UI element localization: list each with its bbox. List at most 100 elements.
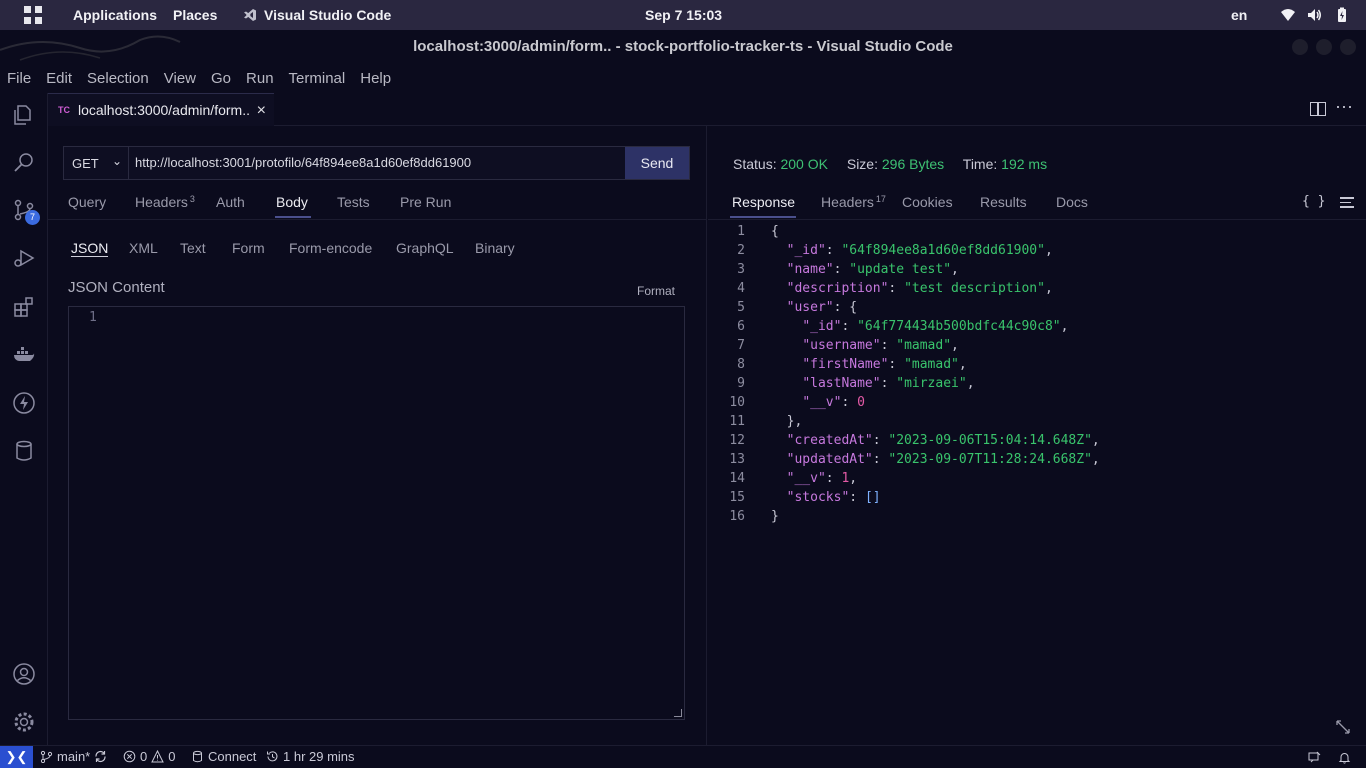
json-value: { — [849, 300, 858, 315]
extensions-icon[interactable] — [12, 295, 36, 319]
json-line-number: 10 — [729, 395, 745, 410]
json-key: "name" — [786, 262, 834, 277]
braces-icon[interactable]: { } — [1302, 194, 1325, 209]
response-headers-count: 17 — [875, 194, 886, 204]
thunder-client-icon[interactable] — [12, 391, 36, 415]
json-line-number: 13 — [729, 452, 745, 467]
search-icon[interactable] — [12, 150, 36, 174]
json-line: 4 "description": "test description", — [708, 279, 1366, 298]
tab-response[interactable]: Response — [732, 194, 795, 210]
json-line: 5 "user": { — [708, 298, 1366, 317]
time-tracking-status[interactable]: 1 hr 29 mins — [266, 749, 355, 764]
json-line-number: 1 — [737, 224, 745, 239]
body-tab-binary[interactable]: Binary — [475, 240, 515, 256]
tab-cookies[interactable]: Cookies — [902, 194, 953, 210]
tab-auth[interactable]: Auth — [216, 194, 245, 210]
sync-icon[interactable] — [94, 750, 107, 763]
tab-docs[interactable]: Docs — [1056, 194, 1088, 210]
places-menu[interactable]: Places — [173, 7, 217, 23]
tab-title: localhost:3000/admin/form.. — [78, 102, 250, 118]
active-app-name[interactable]: Visual Studio Code — [264, 7, 391, 23]
body-tab-form-encode[interactable]: Form-encode — [289, 240, 372, 256]
json-line: 10 "__v": 0 — [708, 393, 1366, 412]
json-line: 3 "name": "update test", — [708, 260, 1366, 279]
response-json-viewer[interactable]: 1{2 "_id": "64f894ee8a1d60ef8dd61900", 3 … — [708, 222, 1366, 526]
tab-response-headers[interactable]: Headers 17 — [821, 194, 886, 210]
send-button[interactable]: Send — [625, 147, 689, 179]
vscode-logo-icon — [244, 9, 256, 21]
app-grid-icon[interactable] — [24, 6, 42, 24]
menu-edit[interactable]: Edit — [46, 70, 72, 87]
json-value: "mamad" — [896, 338, 952, 353]
more-actions-icon[interactable]: ··· — [1335, 96, 1353, 117]
notifications-bell-icon[interactable] — [1338, 751, 1351, 764]
settings-gear-icon[interactable] — [12, 710, 36, 734]
size-label: Size: — [846, 156, 878, 172]
applications-menu[interactable]: Applications — [73, 7, 157, 23]
explorer-icon[interactable] — [12, 103, 36, 127]
body-tab-json[interactable]: JSON — [71, 240, 109, 257]
close-window-button[interactable] — [1340, 39, 1356, 55]
maximize-button[interactable] — [1316, 39, 1332, 55]
filter-lines-icon[interactable] — [1340, 197, 1354, 208]
minimize-button[interactable] — [1292, 39, 1308, 55]
volume-icon[interactable] — [1306, 7, 1322, 23]
response-tabs: Response Headers 17 Cookies Results Docs … — [708, 188, 1366, 220]
format-button[interactable]: Format — [637, 284, 675, 298]
expand-icon[interactable] — [1335, 719, 1351, 735]
wifi-icon[interactable] — [1280, 7, 1296, 23]
database-connect-status[interactable]: Connect — [191, 749, 256, 764]
json-line: 6 "_id": "64f774434b500bdfc44c90c8", — [708, 317, 1366, 336]
menu-selection[interactable]: Selection — [87, 70, 149, 87]
menu-help[interactable]: Help — [360, 70, 391, 87]
active-tab-indicator — [275, 216, 311, 218]
menu-go[interactable]: Go — [211, 70, 231, 87]
tab-query[interactable]: Query — [68, 194, 106, 210]
git-branch-status[interactable]: main* — [40, 749, 107, 764]
docker-icon[interactable] — [12, 343, 36, 367]
warning-count: 0 — [168, 749, 176, 764]
connect-label: Connect — [208, 749, 257, 764]
database-icon[interactable] — [12, 439, 36, 463]
tab-tests[interactable]: Tests — [337, 194, 370, 210]
line-number: 1 — [89, 310, 97, 325]
json-body-editor[interactable]: 1 — [68, 306, 685, 720]
source-control-badge: 7 — [25, 210, 40, 225]
close-icon[interactable]: × — [257, 102, 266, 120]
url-input[interactable]: http://localhost:3001/protofilo/64f894ee… — [129, 147, 625, 179]
window-title-bar: localhost:3000/admin/form.. - stock-port… — [0, 30, 1366, 64]
body-tab-graphql[interactable]: GraphQL — [396, 240, 454, 256]
run-debug-icon[interactable] — [12, 246, 36, 270]
tab-body[interactable]: Body — [276, 194, 308, 210]
body-tab-text[interactable]: Text — [180, 240, 206, 256]
clock[interactable]: Sep 7 15:03 — [645, 7, 722, 23]
resize-handle-icon[interactable] — [674, 709, 682, 717]
json-line: 7 "username": "mamad", — [708, 336, 1366, 355]
active-tab-indicator — [730, 216, 796, 218]
menu-terminal[interactable]: Terminal — [289, 70, 346, 87]
menu-file[interactable]: File — [7, 70, 31, 87]
account-icon[interactable] — [12, 662, 36, 686]
menu-run[interactable]: Run — [246, 70, 274, 87]
keyboard-language[interactable]: en — [1231, 7, 1247, 23]
json-key: "user" — [786, 300, 834, 315]
response-pane: Status: 200 OK Size: 296 Bytes Time: 192… — [708, 126, 1366, 745]
problems-status[interactable]: 0 0 — [123, 749, 175, 764]
split-editor-icon[interactable] — [1310, 102, 1326, 116]
feedback-icon[interactable] — [1308, 751, 1321, 764]
menu-view[interactable]: View — [164, 70, 196, 87]
json-key: "stocks" — [786, 490, 850, 505]
json-key: "description" — [786, 281, 889, 296]
tab-headers[interactable]: Headers 3 — [135, 194, 195, 210]
body-type-tabs: JSON XML Text Form Form-encode GraphQL B… — [48, 236, 707, 264]
json-content-label: JSON Content — [68, 279, 165, 296]
editor-tab-thunder-client[interactable]: TC localhost:3000/admin/form.. × — [48, 93, 274, 126]
battery-icon[interactable] — [1334, 7, 1350, 23]
method-select[interactable]: GET ⌄ — [64, 147, 129, 179]
remote-indicator-icon[interactable]: ❯❮ — [0, 746, 33, 768]
body-tab-form[interactable]: Form — [232, 240, 265, 256]
tab-pre-run[interactable]: Pre Run — [400, 194, 451, 210]
tab-results[interactable]: Results — [980, 194, 1027, 210]
body-tab-xml[interactable]: XML — [129, 240, 158, 256]
json-value: "64f894ee8a1d60ef8dd61900" — [841, 243, 1045, 258]
